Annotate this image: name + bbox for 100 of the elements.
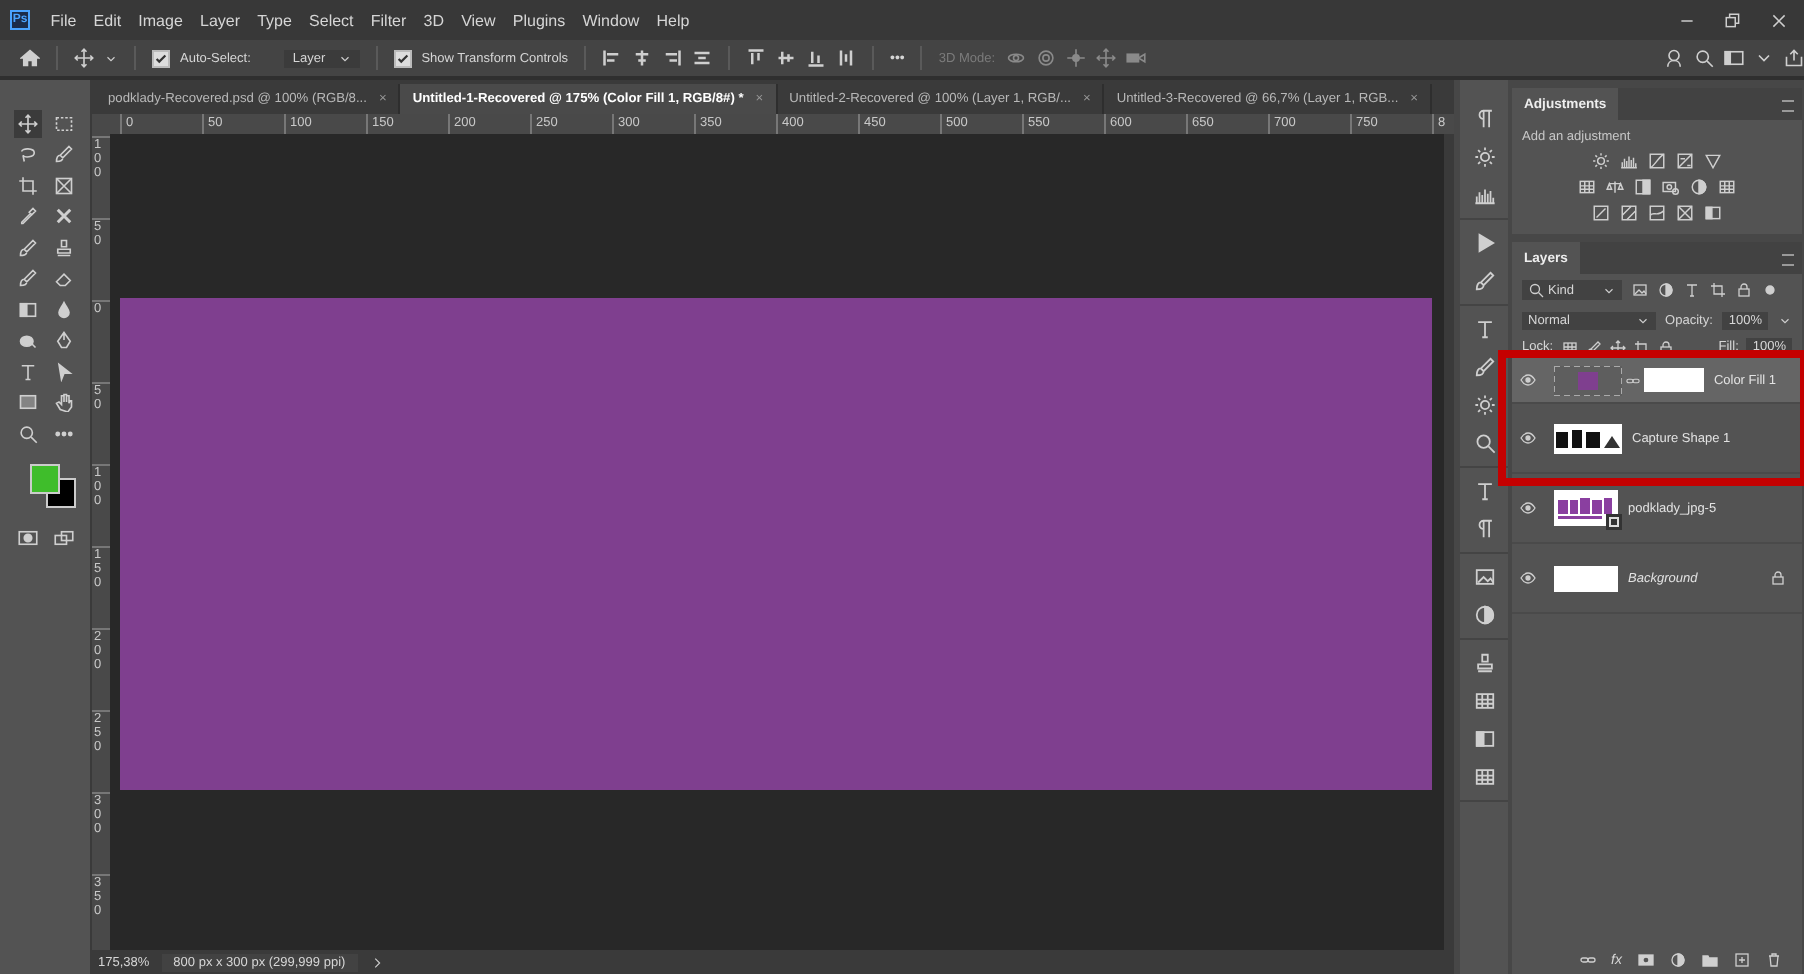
grid-icon[interactable]	[1718, 178, 1736, 196]
scales-icon[interactable]	[1606, 178, 1624, 196]
menu-item[interactable]: Layer	[191, 11, 249, 29]
menu-item[interactable]: Select	[300, 11, 363, 29]
half-circle-icon[interactable]	[1658, 282, 1674, 298]
distribute-icon[interactable]	[692, 48, 713, 68]
orbit-icon[interactable]	[1005, 48, 1026, 68]
half-circle-icon[interactable]	[1670, 952, 1686, 968]
checkbox[interactable]	[393, 49, 412, 67]
align-bottom-icon[interactable]	[806, 48, 827, 68]
trash-icon[interactable]	[1766, 952, 1782, 968]
diagonal-icon[interactable]	[1592, 204, 1610, 222]
paragraph-icon[interactable]	[1473, 518, 1495, 540]
half-circle-icon[interactable]	[1690, 178, 1708, 196]
home-icon[interactable]	[20, 48, 40, 68]
brush-icon[interactable]	[1473, 356, 1495, 378]
window-icon[interactable]	[1724, 48, 1744, 68]
menu-item[interactable]: 3D	[414, 11, 453, 29]
menu-item[interactable]: Plugins	[504, 11, 574, 29]
menu-item[interactable]: View	[452, 11, 505, 29]
restore-icon[interactable]	[1724, 11, 1742, 29]
eye-icon[interactable]	[1520, 570, 1536, 586]
mask-thumbnail	[1643, 368, 1704, 392]
distribute-vertical-icon[interactable]	[836, 48, 857, 68]
move-icon[interactable]	[13, 109, 41, 138]
eye-icon[interactable]	[1520, 430, 1536, 446]
sun-icon[interactable]	[1473, 394, 1495, 416]
caret-icon	[1635, 314, 1650, 328]
crop-icon[interactable]	[1710, 282, 1726, 298]
roll-icon[interactable]	[1035, 48, 1056, 68]
sun-icon[interactable]	[1473, 146, 1495, 168]
gradient-icon[interactable]	[1473, 728, 1495, 750]
type-icon[interactable]	[1684, 282, 1700, 298]
brush-icon[interactable]	[1585, 339, 1602, 355]
grid-icon[interactable]	[1473, 766, 1495, 788]
move-icon[interactable]	[74, 48, 94, 68]
share-icon[interactable]	[1784, 48, 1804, 68]
exposure-icon[interactable]	[1676, 152, 1694, 170]
folder-icon[interactable]	[1702, 952, 1718, 968]
chevron-icon[interactable]	[369, 955, 384, 969]
link-icon[interactable]	[1625, 373, 1640, 387]
align-left-icon[interactable]	[602, 48, 623, 68]
checkbox[interactable]	[152, 49, 170, 67]
triangle-icon[interactable]	[1704, 152, 1722, 170]
lock-icon[interactable]	[1736, 282, 1752, 298]
align-middle-icon[interactable]	[776, 48, 797, 68]
menu-item[interactable]: Help	[647, 11, 699, 29]
paragraph-icon[interactable]	[1473, 108, 1495, 130]
half-square-icon[interactable]	[1634, 178, 1652, 196]
bowtie-icon[interactable]	[1676, 204, 1694, 222]
crop-icon[interactable]	[13, 171, 41, 200]
menu-item[interactable]: Edit	[84, 11, 130, 29]
link-icon[interactable]	[1579, 952, 1596, 968]
menu-item[interactable]: Window	[573, 11, 648, 29]
align-right-icon[interactable]	[662, 48, 683, 68]
brush-icon[interactable]	[1473, 270, 1495, 292]
grid-icon[interactable]	[1473, 690, 1495, 712]
search-icon[interactable]	[1694, 48, 1714, 68]
stripes-icon[interactable]	[1620, 204, 1638, 222]
foreground-swatch[interactable]	[29, 463, 59, 493]
align-center-icon[interactable]	[632, 48, 653, 68]
caret-icon[interactable]	[1778, 314, 1792, 328]
image-icon[interactable]	[1632, 282, 1648, 298]
person-icon[interactable]	[1664, 48, 1684, 68]
wave-icon[interactable]	[1648, 204, 1666, 222]
video-icon[interactable]	[1125, 48, 1146, 68]
toggle-icon[interactable]	[1762, 282, 1778, 298]
camera-icon[interactable]	[1662, 178, 1680, 196]
smart-object-icon	[1606, 514, 1622, 530]
align-top-icon[interactable]	[746, 48, 767, 68]
crop-icon[interactable]	[1633, 339, 1650, 355]
menu-item[interactable]: Filter	[362, 11, 415, 29]
search-icon	[1528, 282, 1544, 298]
caret-icon[interactable]	[104, 51, 118, 65]
caret-icon	[337, 51, 352, 65]
sun-icon[interactable]	[1592, 152, 1610, 170]
grid-icon[interactable]	[1578, 178, 1596, 196]
lock-icon[interactable]	[1657, 339, 1674, 355]
menu-item[interactable]: Image	[129, 11, 192, 29]
type-icon[interactable]	[1473, 480, 1495, 502]
histogram-icon[interactable]	[1620, 152, 1638, 170]
type-icon[interactable]	[1473, 318, 1495, 340]
half-circle-icon[interactable]	[1473, 604, 1495, 626]
image-icon[interactable]	[1473, 566, 1495, 588]
gradient-icon[interactable]	[1704, 204, 1722, 222]
search-icon[interactable]	[1473, 432, 1495, 454]
eye-icon[interactable]	[1519, 372, 1536, 388]
eye-icon[interactable]	[1520, 500, 1536, 516]
stamp-icon[interactable]	[1473, 652, 1495, 674]
plus-icon[interactable]	[1734, 952, 1750, 968]
pan-icon[interactable]	[1065, 48, 1086, 68]
mask-icon[interactable]	[1638, 952, 1654, 968]
play-icon[interactable]	[1473, 232, 1495, 254]
grid-icon[interactable]	[1561, 339, 1578, 355]
move-icon[interactable]	[1609, 339, 1626, 355]
menu-item[interactable]: Type	[248, 11, 301, 29]
histogram-icon[interactable]	[1473, 184, 1495, 206]
close-icon[interactable]	[1770, 11, 1788, 29]
menu-item[interactable]: File	[42, 11, 85, 29]
curves-icon[interactable]	[1648, 152, 1666, 170]
